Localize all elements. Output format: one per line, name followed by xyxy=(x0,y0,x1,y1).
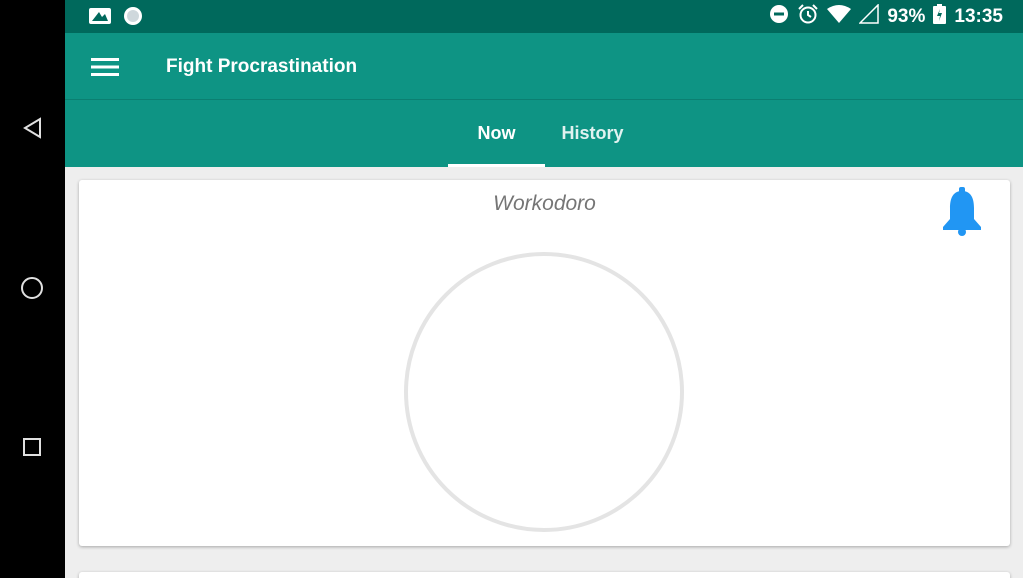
battery-percentage: 93% xyxy=(887,6,926,27)
app-title: Fight Procrastination xyxy=(166,56,358,77)
card-title: Workodoro xyxy=(493,192,596,215)
hamburger-menu-icon[interactable] xyxy=(85,51,125,83)
workodoro-card: Workodoro xyxy=(79,180,1010,546)
sync-icon xyxy=(123,6,143,31)
selected-tab-indicator xyxy=(448,164,545,167)
alarm-icon xyxy=(797,3,819,31)
app-screen: 93% 13:35 Fight Procrastination Now Hist… xyxy=(65,0,1023,578)
timer-ring[interactable] xyxy=(404,252,684,532)
tab-bar: Now History xyxy=(65,100,1023,167)
tab-history[interactable]: History xyxy=(545,100,640,167)
wifi-icon xyxy=(827,5,852,29)
clock: 13:35 xyxy=(954,6,1003,27)
tab-now-label: Now xyxy=(477,123,516,143)
status-bar: 93% 13:35 xyxy=(65,0,1023,33)
dnd-icon xyxy=(769,4,789,30)
battery-icon xyxy=(933,4,947,30)
notification-icon xyxy=(89,7,111,30)
system-navigation-bar xyxy=(0,0,65,578)
secondary-card xyxy=(79,572,1010,578)
tab-history-label: History xyxy=(561,123,624,143)
bell-icon[interactable] xyxy=(939,186,985,236)
app-bar: Fight Procrastination xyxy=(65,33,1023,100)
signal-icon xyxy=(858,3,880,30)
tab-now[interactable]: Now xyxy=(448,100,545,167)
back-icon[interactable] xyxy=(12,108,52,148)
home-icon[interactable] xyxy=(12,268,52,308)
recents-icon[interactable] xyxy=(12,427,52,467)
